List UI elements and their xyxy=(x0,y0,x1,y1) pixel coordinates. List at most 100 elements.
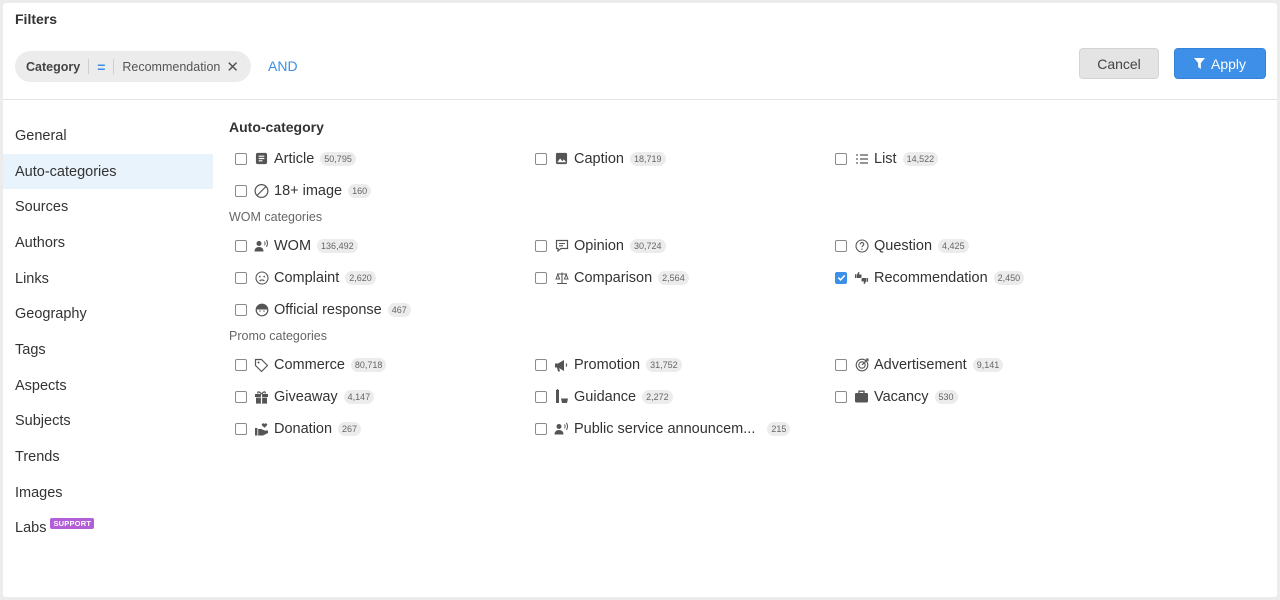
person-speaking-icon xyxy=(554,421,569,436)
checkbox[interactable] xyxy=(235,152,247,165)
checkbox[interactable] xyxy=(535,390,547,403)
sidebar-item-sources[interactable]: Sources xyxy=(3,189,213,225)
sidebar-item-authors[interactable]: Authors xyxy=(3,225,213,261)
sidebar-item-label: Sources xyxy=(15,199,69,216)
option-label: Vacancy xyxy=(874,388,929,405)
count-badge: 136,492 xyxy=(317,239,358,254)
count-badge: 467 xyxy=(387,302,411,317)
checkbox[interactable] xyxy=(535,152,547,165)
checkbox[interactable] xyxy=(535,240,547,253)
sidebar-item-label: Links xyxy=(15,270,49,287)
image-icon xyxy=(554,151,569,166)
category-option-18-image[interactable]: 18+ image 160 xyxy=(229,175,529,207)
category-option-advertisement[interactable]: Advertisement 9,141 xyxy=(829,349,1129,381)
checkbox[interactable] xyxy=(535,359,547,372)
chip-divider xyxy=(113,59,115,74)
category-option-list[interactable]: List 14,522 xyxy=(829,143,1129,175)
filter-chip[interactable]: Category = Recommendation ✕ xyxy=(15,51,251,82)
count-badge: 4,147 xyxy=(343,389,375,404)
scales-icon xyxy=(554,270,569,285)
panel-title: Filters xyxy=(15,11,58,27)
option-label: Guidance xyxy=(574,388,637,405)
target-icon xyxy=(854,358,869,373)
checkbox[interactable] xyxy=(235,390,247,403)
sidebar-item-geography[interactable]: Geography xyxy=(3,296,213,332)
category-option-caption[interactable]: Caption 18,719 xyxy=(529,143,829,175)
apply-button[interactable]: Apply xyxy=(1174,48,1266,79)
count-badge: 30,724 xyxy=(629,239,666,254)
checkbox[interactable] xyxy=(835,240,847,253)
category-option-opinion[interactable]: Opinion 30,724 xyxy=(529,230,829,262)
category-option-giveaway[interactable]: Giveaway 4,147 xyxy=(229,381,529,413)
checkbox[interactable] xyxy=(535,422,547,435)
close-icon[interactable]: ✕ xyxy=(226,58,239,76)
option-label: Article xyxy=(274,150,315,167)
checkbox[interactable] xyxy=(235,184,247,197)
checkbox[interactable] xyxy=(235,303,247,316)
option-label: Recommendation xyxy=(874,269,988,286)
checkbox[interactable] xyxy=(535,271,547,284)
document-icon xyxy=(254,151,269,166)
checkbox[interactable] xyxy=(235,240,247,253)
option-label: Comparison xyxy=(574,269,653,286)
checkbox[interactable] xyxy=(235,271,247,284)
count-badge: 267 xyxy=(338,421,362,436)
support-badge: SUPPORT xyxy=(50,517,95,529)
and-operator-link[interactable]: AND xyxy=(268,58,298,74)
checkbox[interactable] xyxy=(835,390,847,403)
checkbox[interactable] xyxy=(235,422,247,435)
category-option-public-service-announcem[interactable]: Public service announcem... 215 xyxy=(529,413,829,445)
sidebar-item-label: Geography xyxy=(15,306,87,323)
sidebar-item-labs[interactable]: Labs SUPPORT xyxy=(3,511,213,547)
category-option-recommendation[interactable]: Recommendation 2,450 xyxy=(829,262,1129,294)
count-badge: 50,795 xyxy=(320,151,356,166)
category-option-article[interactable]: Article 50,795 xyxy=(229,143,529,175)
option-label: Complaint xyxy=(274,269,340,286)
sidebar-item-images[interactable]: Images xyxy=(3,475,213,511)
thumbs-up-down-icon xyxy=(854,270,869,285)
promo-category-grid: Commerce 80,718 Promotion 31,752 Advertiseme… xyxy=(229,349,1269,444)
option-label: Advertisement xyxy=(874,357,967,374)
count-badge: 9,141 xyxy=(972,358,1004,373)
checkbox[interactable] xyxy=(235,359,247,372)
count-badge: 2,272 xyxy=(642,389,673,404)
question-circle-icon xyxy=(854,239,869,254)
count-badge: 31,752 xyxy=(646,358,682,373)
guidance-icon xyxy=(554,389,569,404)
checkbox[interactable] xyxy=(835,359,847,372)
category-option-official-response[interactable]: Official response 467 xyxy=(229,294,529,326)
section-title-auto-category: Auto-category xyxy=(229,119,324,135)
count-badge: 2,564 xyxy=(658,270,689,285)
sidebar-item-links[interactable]: Links xyxy=(3,261,213,297)
sidebar-item-auto-categories[interactable]: Auto-categories xyxy=(3,153,213,190)
category-option-commerce[interactable]: Commerce 80,718 xyxy=(229,349,529,381)
sidebar-item-label: Trends xyxy=(15,449,60,466)
checkbox[interactable] xyxy=(835,152,847,165)
sidebar-item-aspects[interactable]: Aspects xyxy=(3,368,213,404)
category-option-guidance[interactable]: Guidance 2,272 xyxy=(529,381,829,413)
chip-field: Category xyxy=(26,59,81,74)
category-option-vacancy[interactable]: Vacancy 530 xyxy=(829,381,1129,413)
sidebar-item-subjects[interactable]: Subjects xyxy=(3,404,213,440)
category-option-complaint[interactable]: Complaint 2,620 xyxy=(229,262,529,294)
wom-category-grid: WOM 136,492 Opinion 30,724 Question 4,425 Comp… xyxy=(229,230,1269,325)
category-option-donation[interactable]: Donation 267 xyxy=(229,413,529,445)
sidebar-item-label: Subjects xyxy=(15,413,71,430)
sidebar-item-tags[interactable]: Tags xyxy=(3,332,213,368)
sidebar-item-trends[interactable]: Trends xyxy=(3,439,213,475)
support-agent-icon xyxy=(254,302,269,317)
category-option-promotion[interactable]: Promotion 31,752 xyxy=(529,349,829,381)
sidebar-item-label: Auto-categories xyxy=(15,163,117,180)
chip-operator[interactable]: = xyxy=(97,59,105,75)
cancel-button[interactable]: Cancel xyxy=(1079,48,1159,79)
checkbox-checked[interactable] xyxy=(835,271,847,284)
category-option-wom[interactable]: WOM 136,492 xyxy=(229,230,529,262)
category-option-question[interactable]: Question 4,425 xyxy=(829,230,1129,262)
option-label: Opinion xyxy=(574,238,624,255)
sidebar: General Auto-categories Sources Authors … xyxy=(3,118,213,546)
sidebar-item-general[interactable]: General xyxy=(3,118,213,154)
count-badge: 2,620 xyxy=(345,270,376,285)
option-label: Commerce xyxy=(274,357,345,374)
count-badge: 80,718 xyxy=(350,358,387,373)
category-option-comparison[interactable]: Comparison 2,564 xyxy=(529,262,829,294)
